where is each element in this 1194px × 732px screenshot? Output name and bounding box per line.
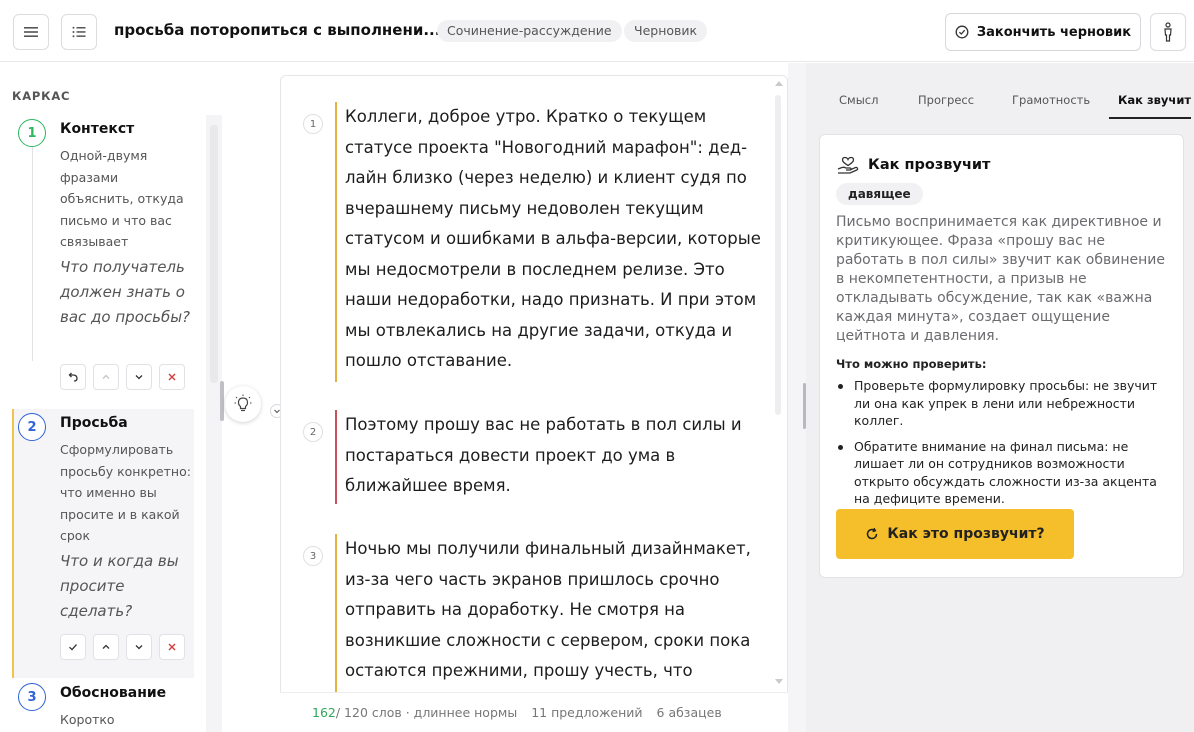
step-actions bbox=[60, 364, 185, 390]
scrollbar-thumb[interactable] bbox=[775, 95, 781, 415]
check-circle-icon bbox=[955, 25, 969, 39]
menu-button[interactable] bbox=[13, 14, 49, 50]
check-title: Что можно проверить: bbox=[836, 357, 987, 371]
hamburger-icon bbox=[24, 27, 38, 37]
step-context[interactable]: 1 Контекст Одной-двумя фразами объяснить… bbox=[12, 119, 194, 399]
close-icon bbox=[168, 373, 176, 381]
paragraph-2[interactable]: 2 Поэтому прошу вас не работать в пол си… bbox=[301, 410, 771, 504]
paragraph-number: 2 bbox=[303, 422, 323, 442]
check-icon bbox=[69, 644, 77, 651]
text-editor[interactable]: 1 Коллеги, доброе утро. Кратко о текущем… bbox=[280, 75, 788, 732]
paragraph-1[interactable]: 1 Коллеги, доброе утро. Кратко о текущем… bbox=[301, 102, 771, 382]
step-description: Одной-двумя фразами объяснить, откуда пи… bbox=[60, 148, 184, 249]
tab-tone[interactable]: Как звучит bbox=[1118, 93, 1191, 107]
undo-button[interactable] bbox=[60, 364, 86, 390]
move-up-button[interactable] bbox=[93, 364, 119, 390]
delete-step-button[interactable] bbox=[159, 634, 185, 660]
chevron-down-icon bbox=[135, 645, 143, 650]
step-number: 2 bbox=[18, 413, 46, 441]
check-item: Обратите внимание на финал письма: не ли… bbox=[836, 438, 1166, 508]
hint-button[interactable] bbox=[225, 386, 261, 422]
step-actions bbox=[60, 634, 185, 660]
paragraph-number: 3 bbox=[303, 546, 323, 566]
chevron-down-icon bbox=[135, 375, 143, 380]
analysis-panel: Смысл Прогресс Грамотность Как звучит Ка… bbox=[806, 63, 1194, 732]
chevron-up-icon bbox=[102, 644, 110, 649]
hand-heart-icon bbox=[837, 156, 859, 174]
active-tab-indicator bbox=[1109, 117, 1191, 119]
profile-button[interactable] bbox=[1150, 13, 1186, 51]
person-icon bbox=[1164, 22, 1172, 42]
tone-badge: давящее bbox=[836, 183, 923, 205]
check-item: Проверьте формулировку просьбы: не звучи… bbox=[836, 377, 1166, 430]
document-title[interactable]: просьба потoропиться с выполнени... bbox=[114, 21, 440, 39]
move-down-button[interactable] bbox=[126, 364, 152, 390]
confirm-step-button[interactable] bbox=[60, 634, 86, 660]
step-number: 1 bbox=[18, 119, 46, 147]
step-request[interactable]: 2 Просьба Сформулировать просьбу конкрет… bbox=[12, 413, 194, 678]
finish-draft-label: Закончить черновик bbox=[976, 24, 1132, 40]
step-title: Просьба bbox=[60, 415, 128, 431]
analysis-tabs: Смысл Прогресс Грамотность Как звучит bbox=[806, 63, 1194, 121]
step-justification[interactable]: 3 Обоснование Коротко объяснить, почему bbox=[12, 683, 194, 732]
editor-gutter bbox=[220, 63, 284, 732]
step-title: Обоснование bbox=[60, 685, 167, 701]
sentence-count: 11 предложений bbox=[531, 705, 643, 720]
check-list: Проверьте формулировку просьбы: не звучи… bbox=[836, 377, 1166, 516]
finish-draft-button[interactable]: Закончить черновик bbox=[945, 13, 1141, 51]
tab-grammar[interactable]: Грамотность bbox=[1012, 93, 1090, 107]
word-limit: / 120 слов · длиннее нормы bbox=[335, 705, 518, 720]
scrollbar-thumb[interactable] bbox=[210, 125, 218, 383]
close-icon bbox=[168, 643, 176, 651]
paragraph-status-bar bbox=[335, 410, 337, 504]
skeleton-panel: КАРКАС 1 Контекст Одной-двумя фразами об… bbox=[0, 63, 206, 732]
card-title: Как прозвучит bbox=[868, 157, 991, 173]
chevron-up-icon bbox=[102, 374, 110, 379]
editor-scrollbar[interactable] bbox=[772, 77, 786, 689]
undo-icon bbox=[68, 372, 78, 382]
scroll-up-arrow[interactable] bbox=[775, 81, 783, 86]
word-count: 162 bbox=[312, 705, 336, 720]
step-question: Что получатель должен знать о вас до про… bbox=[60, 258, 191, 326]
step-description: Коротко объяснить, почему bbox=[60, 712, 115, 727]
paragraph-text[interactable]: Поэтому прошу вас не работать в пол силы… bbox=[345, 410, 765, 502]
paragraph-number: 1 bbox=[303, 114, 323, 134]
tab-progress[interactable]: Прогресс bbox=[918, 93, 974, 107]
move-down-button[interactable] bbox=[126, 634, 152, 660]
list-icon bbox=[72, 26, 86, 38]
refresh-icon bbox=[867, 527, 878, 540]
delete-step-button[interactable] bbox=[159, 364, 185, 390]
move-up-button[interactable] bbox=[93, 634, 119, 660]
tone-description: Письмо воспринимается как директивное и … bbox=[836, 214, 1165, 344]
skeleton-scrollbar[interactable] bbox=[206, 115, 222, 732]
document-stats: 162 / 120 слов · длиннее нормы 11 предло… bbox=[280, 692, 788, 732]
tone-card: Как прозвучит давящее Письмо воспринимае… bbox=[819, 134, 1184, 578]
paragraph-status-bar bbox=[335, 102, 337, 382]
status-chip: Черновик bbox=[624, 20, 708, 42]
panel-divider bbox=[788, 63, 806, 732]
step-number: 3 bbox=[18, 683, 46, 711]
genre-chip: Сочинение-рассуждение bbox=[437, 20, 622, 42]
outline-button[interactable] bbox=[61, 14, 97, 50]
analyze-tone-label: Как это прозвучит? bbox=[887, 526, 1045, 542]
lightbulb-icon bbox=[234, 394, 252, 412]
step-title: Контекст bbox=[60, 121, 135, 137]
paragraph-text[interactable]: Коллеги, доброе утро. Кратко о текущем с… bbox=[345, 102, 765, 377]
scroll-down-arrow[interactable] bbox=[775, 679, 783, 684]
skeleton-title: КАРКАС bbox=[12, 89, 71, 103]
resize-handle[interactable] bbox=[220, 381, 224, 421]
top-bar: просьба потoропиться с выполнени... Сочи… bbox=[0, 0, 1194, 62]
paragraph-count: 6 абзацев bbox=[656, 705, 722, 720]
step-description: Сформулировать просьбу конкретно: что им… bbox=[60, 442, 191, 543]
paragraph-text[interactable]: Ночью мы получили финальный дизайнмакет,… bbox=[345, 534, 765, 687]
tab-meaning[interactable]: Смысл bbox=[839, 93, 878, 107]
step-question: Что и когда вы просите сделать? bbox=[60, 552, 179, 620]
analyze-tone-button[interactable]: Как это прозвучит? bbox=[836, 509, 1074, 559]
